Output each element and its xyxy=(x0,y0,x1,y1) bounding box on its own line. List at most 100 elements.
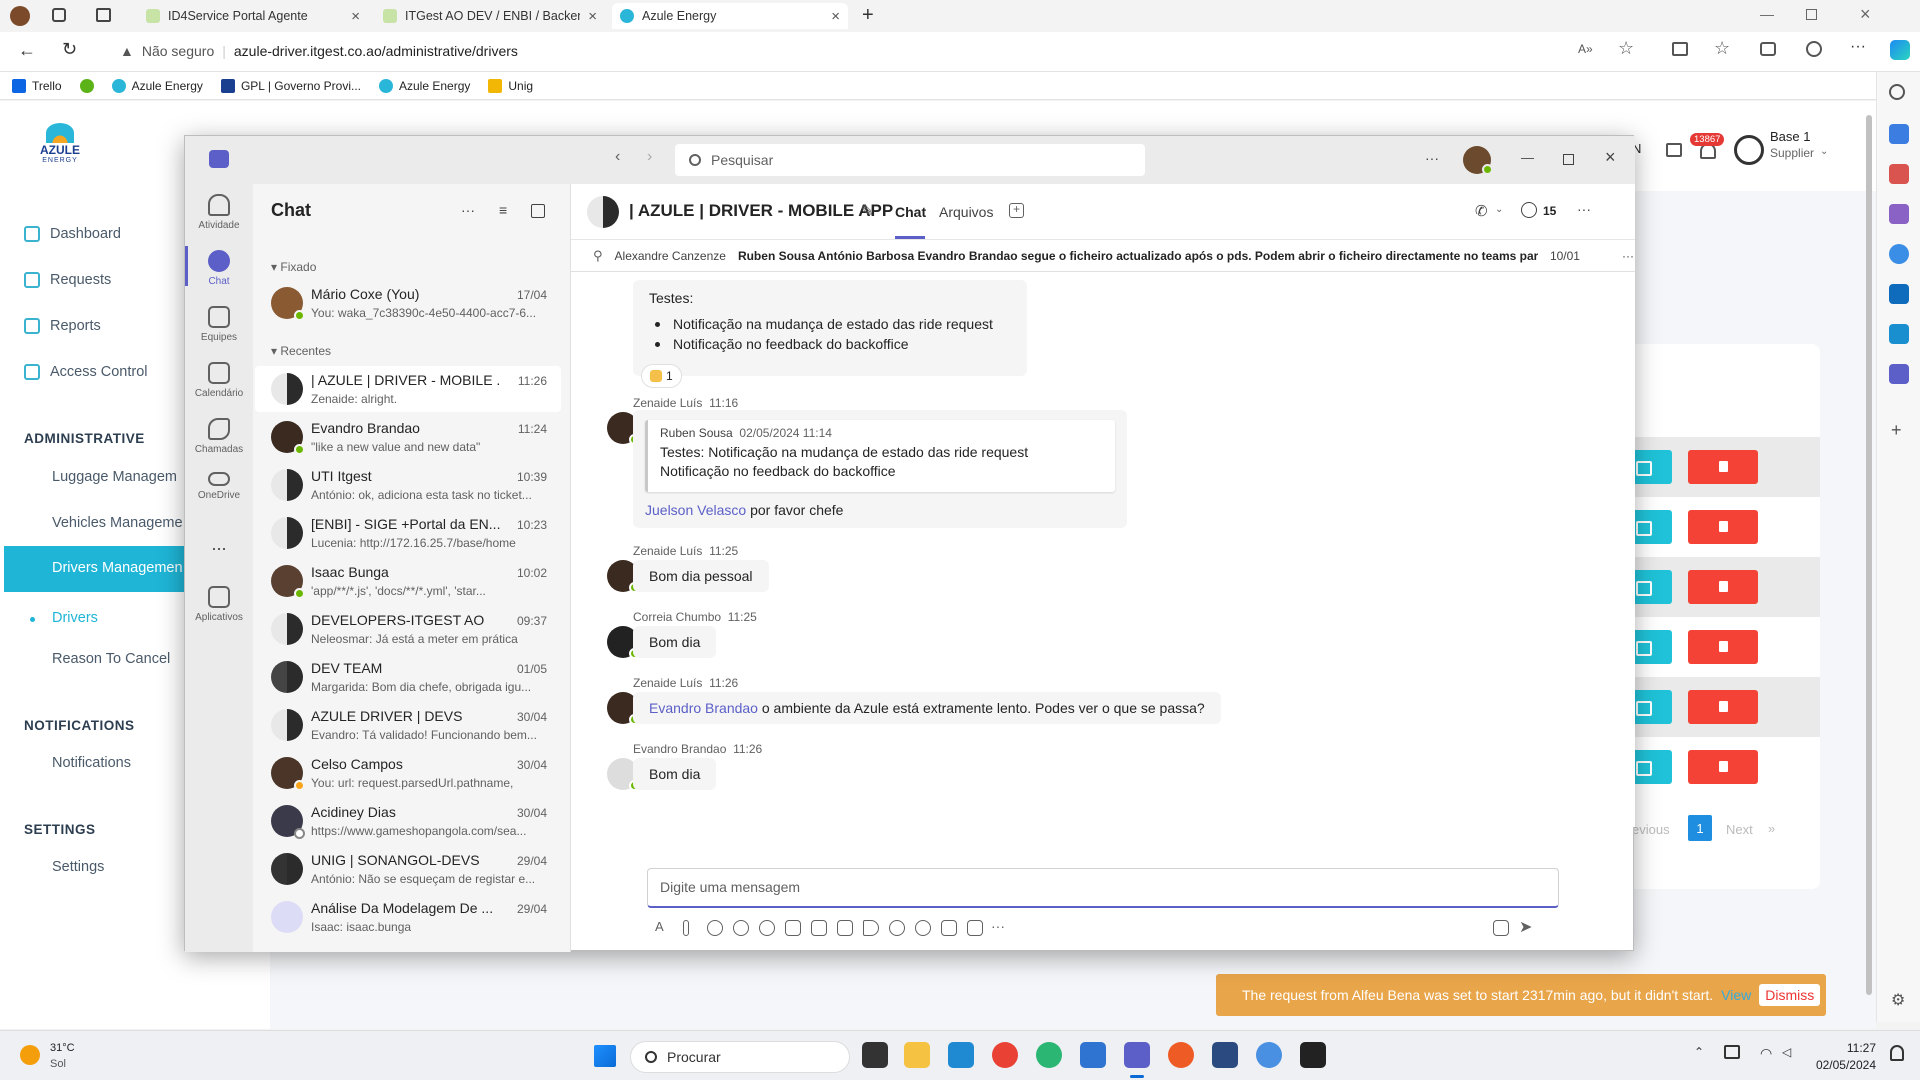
volume-icon[interactable]: ◁ xyxy=(1782,1045,1791,1059)
user-name[interactable]: Base 1 xyxy=(1770,129,1810,144)
maximize-icon[interactable] xyxy=(1563,154,1574,165)
flag-icon[interactable] xyxy=(1666,143,1682,157)
add-sidebar-icon[interactable]: + xyxy=(1891,420,1902,441)
favorite-star-icon[interactable]: ☆ xyxy=(1618,38,1634,59)
close-tab-icon[interactable]: × xyxy=(588,8,597,25)
clock-time[interactable]: 11:27 xyxy=(1820,1041,1876,1055)
notification-bell-icon[interactable] xyxy=(1890,1045,1904,1061)
new-chat-icon[interactable] xyxy=(531,204,545,218)
vscode-icon[interactable] xyxy=(948,1042,974,1068)
edit-name-icon[interactable]: ✎ xyxy=(861,202,874,220)
bookmark-unig[interactable]: Unig xyxy=(488,78,533,93)
rail-more[interactable]: ... xyxy=(185,534,253,555)
games-icon[interactable] xyxy=(1889,204,1909,224)
chat-item[interactable]: DEVELOPERS-ITGEST AO 09:37 Neleosmar: Já… xyxy=(255,606,561,652)
task-view-icon[interactable] xyxy=(862,1042,888,1068)
refresh-icon[interactable]: ↻ xyxy=(62,39,77,60)
network-icon[interactable] xyxy=(1724,1045,1740,1059)
schedule-meeting-icon[interactable] xyxy=(837,920,853,936)
new-tab-icon[interactable]: + xyxy=(862,4,874,27)
sticker-icon[interactable] xyxy=(811,920,827,936)
emoji-icon[interactable] xyxy=(759,920,775,936)
nav-dashboard[interactable]: Dashboard xyxy=(24,226,121,242)
file-explorer-icon[interactable] xyxy=(904,1042,930,1068)
message-bubble[interactable]: Evandro Brandao o ambiente da Azule está… xyxy=(633,692,1221,724)
more-options-icon[interactable]: ··· xyxy=(1850,38,1866,56)
mention[interactable]: Evandro Brandao xyxy=(649,700,758,716)
teams-taskbar-icon[interactable] xyxy=(1124,1042,1150,1068)
reaction-like[interactable]: 1 xyxy=(641,364,682,388)
user-avatar[interactable] xyxy=(1734,135,1764,165)
close-tab-icon[interactable]: × xyxy=(831,8,840,25)
clock-date[interactable]: 02/05/2024 xyxy=(1810,1058,1876,1072)
chat-item[interactable]: Análise Da Modelagem De ... 29/04 Isaac:… xyxy=(255,894,561,940)
header-more-icon[interactable]: ··· xyxy=(1577,201,1591,217)
nav-luggage[interactable]: Luggage Managem xyxy=(52,469,177,485)
start-windows-icon[interactable] xyxy=(594,1045,616,1067)
pagination-last[interactable]: » xyxy=(1768,821,1775,836)
approvals-icon[interactable] xyxy=(967,920,983,936)
pagination-page[interactable]: 1 xyxy=(1688,815,1712,841)
wifi-icon[interactable]: ◠ xyxy=(1760,1045,1772,1062)
pinned-message-banner[interactable]: ⚲ Alexandre Canzenze Ruben Sousa António… xyxy=(571,240,1635,272)
nav-back-icon[interactable]: ‹ xyxy=(615,148,620,166)
pagination-previous[interactable]: evious xyxy=(1632,822,1670,837)
office-icon[interactable] xyxy=(1889,244,1909,264)
outlook-icon[interactable] xyxy=(1889,284,1909,304)
close-tab-icon[interactable]: × xyxy=(351,8,360,25)
chat-item[interactable]: Isaac Bunga 10:02 'app/**/*.js', 'docs/*… xyxy=(255,558,561,604)
tab-3[interactable]: Azule Energy × xyxy=(612,3,848,29)
participants-count[interactable]: 15 xyxy=(1543,204,1556,218)
sql-icon[interactable] xyxy=(1212,1042,1238,1068)
nav-access-control[interactable]: Access Control xyxy=(24,364,148,380)
close-icon[interactable]: × xyxy=(1605,147,1616,168)
edge-icon[interactable] xyxy=(1036,1042,1062,1068)
nav-notifications[interactable]: Notifications xyxy=(52,755,131,771)
postman-icon[interactable] xyxy=(1168,1042,1194,1068)
minimize-icon[interactable]: — xyxy=(1521,150,1534,165)
message-bubble[interactable]: Bom dia xyxy=(633,626,717,658)
delete-button[interactable] xyxy=(1688,630,1758,664)
chat-item[interactable]: UNIG | SONANGOL-DEVS 29/04 António: Não … xyxy=(255,846,561,892)
rail-chat[interactable]: Chat xyxy=(185,250,253,287)
send-icon[interactable]: ➤ xyxy=(1519,917,1532,937)
split-screen-icon[interactable] xyxy=(1672,42,1688,56)
bookmark-azule-2[interactable]: Azule Energy xyxy=(379,78,470,93)
pagination-next[interactable]: Next xyxy=(1726,822,1753,837)
send-icon[interactable] xyxy=(1889,324,1909,344)
call-icon[interactable]: ✆ xyxy=(1475,202,1488,220)
collections-icon[interactable] xyxy=(1760,42,1776,56)
nav-requests[interactable]: Requests xyxy=(24,272,111,288)
terminal-icon[interactable] xyxy=(1300,1042,1326,1068)
shopping-tag-icon[interactable] xyxy=(1889,124,1909,144)
message-bubble[interactable]: Bom dia xyxy=(633,758,717,790)
store-icon[interactable] xyxy=(1080,1042,1106,1068)
delete-button[interactable] xyxy=(1688,450,1758,484)
delete-button[interactable] xyxy=(1688,750,1758,784)
rail-activity[interactable]: Atividade xyxy=(185,194,253,231)
message-bubble[interactable]: Ruben Sousa 02/05/2024 11:14 Testes: Not… xyxy=(633,410,1127,528)
pinned-header[interactable]: ▾ Fixado xyxy=(271,260,316,274)
sidebar-settings-icon[interactable]: ⚙ xyxy=(1891,990,1905,1010)
bookmark-trello[interactable]: Trello xyxy=(12,78,62,93)
page-scrollbar[interactable] xyxy=(1866,115,1872,995)
stream-icon[interactable] xyxy=(863,920,879,936)
profile-avatar[interactable] xyxy=(10,6,30,26)
delete-button[interactable] xyxy=(1688,510,1758,544)
nav-drivers[interactable]: Drivers xyxy=(52,610,98,626)
rail-onedrive[interactable]: OneDrive xyxy=(185,472,253,501)
participants-icon[interactable] xyxy=(1521,202,1537,218)
restore-window-icon[interactable] xyxy=(1806,9,1817,20)
tab-files[interactable]: Arquivos xyxy=(939,204,993,220)
mention[interactable]: Juelson Velasco xyxy=(645,502,746,518)
favorites-icon[interactable]: ☆ xyxy=(1714,38,1730,59)
rail-apps[interactable]: Aplicativos xyxy=(185,586,253,623)
nav-reason-to-cancel[interactable]: Reason To Cancel xyxy=(52,651,170,667)
minimize-window-icon[interactable]: — xyxy=(1760,6,1774,22)
nav-reports[interactable]: Reports xyxy=(24,318,101,334)
tab-2[interactable]: ITGest AO DEV / ENBI / Backend × xyxy=(375,3,605,29)
chat-item-selected[interactable]: | AZULE | DRIVER - MOBILE ... 11:26 Zena… xyxy=(255,366,561,412)
nav-settings[interactable]: Settings xyxy=(52,859,104,875)
rail-calendar[interactable]: Calendário xyxy=(185,362,253,399)
chat-item[interactable]: [ENBI] - SIGE +Portal da EN... 10:23 Luc… xyxy=(255,510,561,556)
